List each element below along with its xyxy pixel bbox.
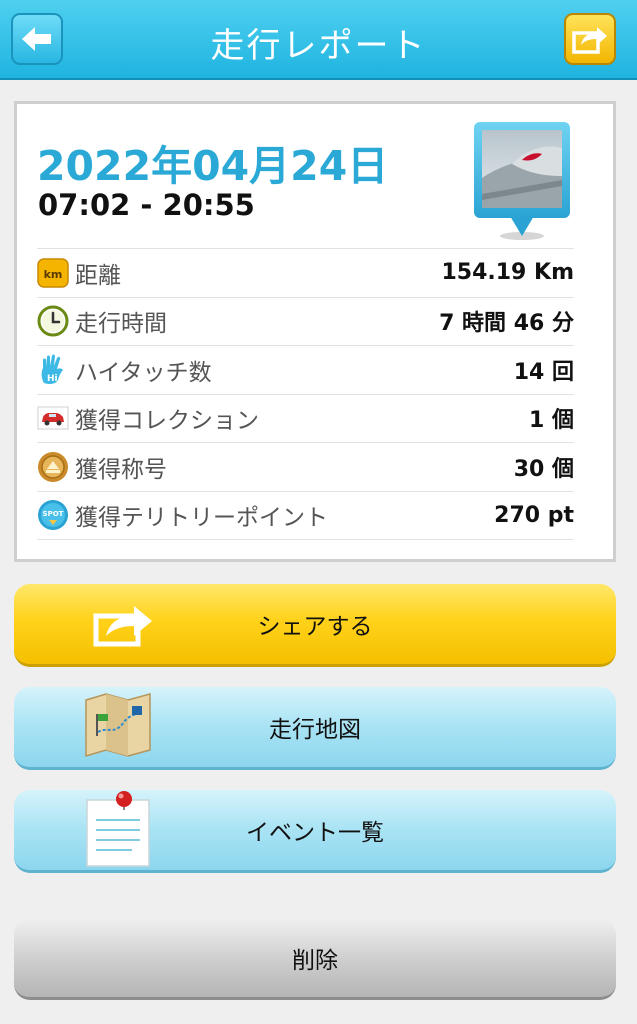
clock-icon <box>37 305 69 337</box>
medal-icon <box>37 451 69 483</box>
share-button[interactable]: シェアする <box>14 584 616 667</box>
event-list-button[interactable]: イベント一覧 <box>14 790 616 873</box>
share-icon <box>93 606 152 647</box>
share-icon <box>572 27 607 54</box>
spot-icon: SPOT <box>37 499 69 531</box>
stat-value: 7 時間 46 分 <box>439 311 574 337</box>
delete-button-label: 削除 <box>292 947 338 974</box>
stat-label: 獲得コレクション <box>75 408 259 435</box>
stat-row-territory-points: SPOT 獲得テリトリーポイント 270 pt <box>37 492 574 540</box>
share-button-label: シェアする <box>257 614 373 640</box>
stat-row-distance: km 距離 154.19 Km <box>37 249 574 298</box>
memo-pin-icon <box>86 791 150 867</box>
stat-value: 14 回 <box>513 359 574 385</box>
driving-map-button[interactable]: 走行地図 <box>14 687 616 770</box>
stat-row-high-touch: Hi ハイタッチ数 14 回 <box>37 346 574 395</box>
car-icon <box>37 402 69 434</box>
delete-button[interactable]: 削除 <box>14 918 616 1000</box>
svg-text:Hi: Hi <box>47 374 58 384</box>
header-bar: 走行レポート <box>0 0 637 80</box>
stat-value: 154.19 Km <box>441 260 574 286</box>
stat-label: 獲得テリトリーポイント <box>75 505 328 532</box>
stat-value: 30 個 <box>513 456 574 482</box>
report-date: 2022年04月24日 <box>37 142 389 190</box>
header-share-button[interactable] <box>564 13 616 65</box>
driving-map-button-label: 走行地図 <box>269 717 361 743</box>
page-title: 走行レポート <box>210 26 427 66</box>
stat-value: 270 pt <box>494 502 574 528</box>
map-icon <box>85 693 151 758</box>
hi-hand-icon: Hi <box>37 354 69 386</box>
photo-pin-icon <box>474 122 570 240</box>
svg-text:SPOT: SPOT <box>43 510 64 518</box>
stat-label: 獲得称号 <box>75 456 167 483</box>
stat-label: 走行時間 <box>75 311 167 338</box>
stat-label: 距離 <box>75 262 121 289</box>
event-list-button-label: イベント一覧 <box>246 820 384 846</box>
report-stats-list: km 距離 154.19 Km 走行時間 7 時間 46 分 Hi ハイタッチ数… <box>37 248 574 540</box>
report-time-range: 07:02 - 20:55 <box>38 188 255 222</box>
svg-text:km: km <box>44 268 63 281</box>
stat-row-collection: 獲得コレクション 1 個 <box>37 395 574 443</box>
stat-value: 1 個 <box>529 408 574 434</box>
km-icon: km <box>37 257 69 289</box>
stat-row-driving-time: 走行時間 7 時間 46 分 <box>37 298 574 346</box>
report-card: 2022年04月24日 07:02 - 20:55 km 距離 154.19 K… <box>14 101 616 562</box>
stat-row-titles: 獲得称号 30 個 <box>37 443 574 492</box>
stat-label: ハイタッチ数 <box>75 359 212 386</box>
